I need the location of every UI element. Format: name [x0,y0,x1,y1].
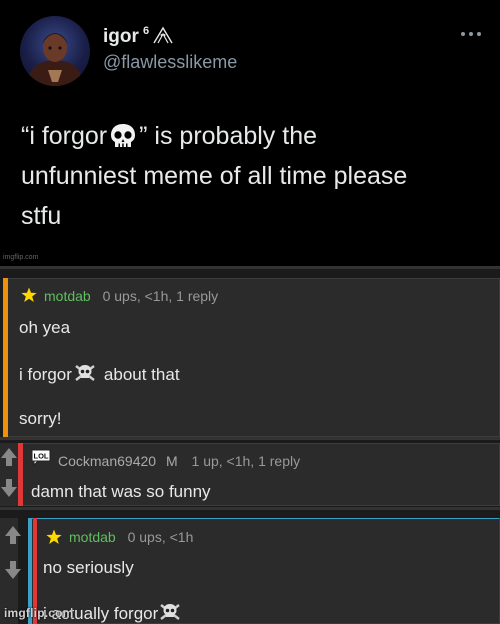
skull-crossbones-icon [160,604,181,620]
mod-flag: M [165,453,178,469]
comments-section: motdab 0 ups, <1h, 1 reply oh yea i forg… [0,266,500,624]
upvote-arrow-icon[interactable] [4,524,22,546]
tweet-line-1: “i forgor ” is probably the [21,116,491,156]
comment-3-line-1: no seriously [43,558,134,577]
downvote-arrow-icon[interactable] [0,477,18,499]
tweet-line-3: stfu [21,202,62,230]
downvote-arrow-icon[interactable] [4,559,22,581]
tweet-text: “i forgor ” is probably the unfunniest m… [21,116,491,236]
skull-crossbones-icon [75,365,95,381]
handle[interactable]: @flawlesslikeme [103,52,237,73]
comment-1-username[interactable]: motdab [44,288,91,304]
tweet-text-part-b: ” is probably the [139,122,318,150]
comment-2-header: Cockman69420 M 1 up, <1h, 1 reply [58,453,300,469]
comment-1-meta: 0 ups, <1h, 1 reply [102,288,219,304]
lol-badge-text: LOL [34,452,49,461]
divider [0,437,500,440]
lol-badge-icon: LOL [31,449,51,466]
skull-icon [111,124,136,147]
divider [0,507,500,510]
comment-3-meta: 0 ups, <1h [127,529,194,545]
comment-2-meta: 1 up, <1h, 1 reply [191,453,301,469]
more-options-icon[interactable] [459,30,483,38]
imgflip-watermark: imgflip.com [4,606,74,620]
ovo-owl-icon [153,26,173,44]
comment-2-username[interactable]: Cockman69420 [58,453,156,469]
avatar[interactable] [20,16,90,86]
tweet-line-2: unfunniest meme of all time please [21,162,408,190]
comment-1-line-1: oh yea [19,318,71,337]
comment-1-line-4: sorry! [19,409,62,428]
tweet-watermark: imgflip.com [3,254,39,261]
tweet-text-part-a: “i forgor [21,122,108,150]
comment-2-line-1: damn that was so funny [31,482,211,501]
divider [0,266,500,269]
name-superscript: 6 [143,25,150,37]
comment-3-header: motdab 0 ups, <1h [69,529,193,545]
comment-2-thread-bar [18,443,23,506]
upvote-arrow-icon[interactable] [0,446,18,468]
comment-1-thread-bar [3,278,8,437]
display-name[interactable]: igor [103,26,139,48]
comment-3-username[interactable]: motdab [69,529,116,545]
star-icon [21,287,37,302]
comment-1-header: motdab 0 ups, <1h, 1 reply [44,288,218,304]
tweet-card: igor 6 @flawlesslikeme “i forgor ” is pr… [0,0,500,268]
star-icon [46,529,62,544]
comment-1-line-2: i forgor about that [19,365,180,384]
